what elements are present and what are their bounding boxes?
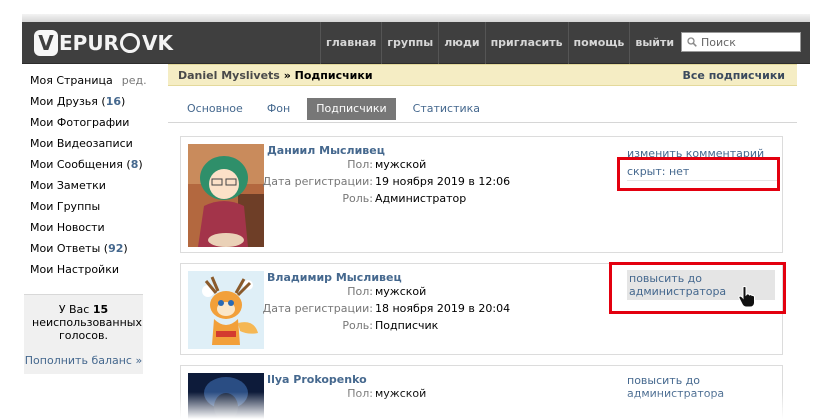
role-value: Подписчик (375, 319, 439, 332)
site-logo[interactable]: V EPUR VK (34, 29, 173, 57)
tab-background[interactable]: Фон (260, 98, 297, 120)
logo-suffix: VK (141, 31, 173, 55)
member-avatar[interactable] (188, 271, 264, 349)
tab-subscribers[interactable]: Подписчики (307, 98, 396, 120)
role-label: Роль: (342, 192, 373, 205)
registered-value: 19 ноября 2019 в 12:06 (375, 175, 511, 188)
gender-label: Пол: (347, 158, 373, 171)
gender-value: мужской (375, 285, 427, 298)
sidebar-item-label: Мои Заметки (30, 179, 106, 192)
search-placeholder: Поиск (701, 35, 736, 49)
sidebar-item-photos[interactable]: Мои Фотографии (30, 115, 148, 136)
breadcrumb-separator: » (283, 69, 291, 82)
sidebar-item-videos[interactable]: Мои Видеозаписи (30, 136, 148, 157)
messages-count: 8 (130, 158, 139, 171)
sidebar-item-label: Мои Видеозаписи (30, 137, 133, 150)
search-icon (687, 37, 697, 47)
logo-text: EPUR (59, 31, 119, 55)
top-nav: главная группы люди пригласить помощь вы… (320, 22, 679, 64)
sidebar-item-answers[interactable]: Мои Ответы (92) (30, 241, 148, 262)
nav-people[interactable]: люди (438, 22, 484, 64)
search-input[interactable]: Поиск (681, 32, 801, 52)
all-subscribers-link[interactable]: Все подписчики (683, 69, 786, 82)
sidebar-item-label: Моя Страница (30, 74, 113, 87)
member-card: Даниил Мысливец Пол: мужской Дата регист… (180, 136, 783, 253)
logo-v-letter: V (34, 30, 58, 56)
edit-link[interactable]: ред. (122, 74, 147, 87)
registered-label: Дата регистрации: (262, 302, 373, 315)
highlight-box (609, 262, 786, 314)
votes-count: 15 (92, 303, 109, 316)
sidebar-item-label: Мои Фотографии (30, 116, 130, 129)
highlight-box (617, 157, 780, 191)
registered-value: 18 ноября 2019 в 20:04 (375, 302, 511, 315)
sidebar-item-label: Мои Группы (30, 200, 101, 213)
sidebar-item-label: Мои Сообщения (30, 158, 123, 171)
member-name[interactable]: Даниил Мысливец (267, 144, 385, 157)
role-value: Администратор (375, 192, 467, 205)
gender-row: Пол: мужской (267, 285, 527, 301)
member-avatar[interactable] (188, 144, 264, 247)
sidebar-item-notes[interactable]: Мои Заметки (30, 178, 148, 199)
avatar-anime-girl-image (188, 144, 264, 247)
topup-balance-link[interactable]: Пополнить баланс » (24, 354, 143, 367)
gender-value: мужской (375, 158, 427, 171)
votes-box: У Вас 15 неиспользованных голосов. Попол… (24, 294, 143, 374)
gender-label: Пол: (347, 285, 373, 298)
logo-o-ring (119, 33, 140, 53)
breadcrumb: Daniel Myslivets » Подписчики (178, 69, 373, 82)
nav-logout[interactable]: выйти (629, 22, 679, 64)
sidebar-item-settings[interactable]: Мои Настройки (30, 262, 148, 283)
breadcrumb-owner[interactable]: Daniel Myslivets (178, 69, 280, 82)
sidebar-item-news[interactable]: Мои Новости (30, 220, 148, 241)
nav-groups[interactable]: группы (381, 22, 438, 64)
bottom-fade (0, 392, 835, 419)
sidebar-item-label: Мои Настройки (30, 263, 119, 276)
votes-suffix: неиспользованных голосов. (32, 316, 142, 342)
site-header: V EPUR VK главная группы люди пригласить… (22, 22, 810, 64)
gender-row: Пол: мужской (267, 158, 527, 174)
tab-divider (168, 122, 797, 123)
tab-statistics[interactable]: Статистика (406, 98, 487, 120)
role-row: Роль: Подписчик (267, 319, 527, 335)
nav-home[interactable]: главная (320, 22, 381, 64)
registered-label: Дата регистрации: (262, 175, 373, 188)
sidebar-item-label: Мои Друзья (30, 95, 98, 108)
sidebar-item-label: Мои Новости (30, 221, 105, 234)
nav-help[interactable]: помощь (567, 22, 630, 64)
answers-count: 92 (108, 242, 124, 255)
left-sidebar: Моя Страница ред. Мои Друзья (16) Мои Фот… (30, 73, 148, 283)
sidebar-item-label: Мои Ответы (30, 242, 101, 255)
role-label: Роль: (342, 319, 373, 332)
friends-count: 16 (105, 95, 122, 108)
tab-bar: Основное Фон Подписчики Статистика (180, 98, 497, 122)
registered-row: Дата регистрации: 19 ноября 2019 в 12:06 (263, 175, 527, 191)
breadcrumb-current: Подписчики (294, 69, 373, 82)
sidebar-item-friends[interactable]: Мои Друзья (16) (30, 94, 148, 115)
top-strip (22, 14, 810, 22)
tab-main[interactable]: Основное (180, 98, 250, 120)
nav-invite[interactable]: пригласить (484, 22, 568, 64)
role-row: Роль: Администратор (267, 192, 527, 208)
sidebar-item-messages[interactable]: Мои Сообщения (8) (30, 157, 148, 178)
breadcrumb-bar: Daniel Myslivets » Подписчики Все подпис… (168, 64, 797, 86)
sidebar-item-my-page[interactable]: Моя Страница ред. (30, 73, 148, 94)
avatar-cartoon-fox-image (188, 271, 264, 349)
sidebar-item-groups[interactable]: Мои Группы (30, 199, 148, 220)
member-name[interactable]: Ilya Prokopenko (267, 373, 367, 386)
votes-prefix: У Вас (58, 303, 90, 316)
member-name[interactable]: Владимир Мысливец (267, 271, 402, 284)
registered-row: Дата регистрации: 18 ноября 2019 в 20:04 (263, 302, 527, 318)
